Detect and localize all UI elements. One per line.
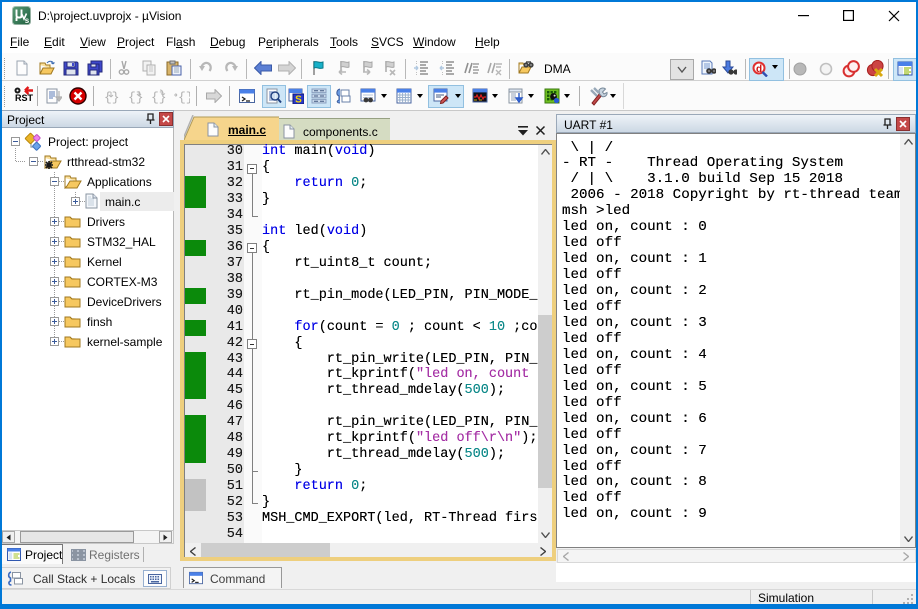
svg-text:s: s <box>25 16 30 25</box>
svg-text:{}: {} <box>151 90 166 104</box>
svg-text:d: d <box>756 64 762 75</box>
svg-text:{}: {} <box>178 90 190 104</box>
svg-text:S: S <box>295 95 302 105</box>
svg-text:{}: {} <box>128 90 143 104</box>
